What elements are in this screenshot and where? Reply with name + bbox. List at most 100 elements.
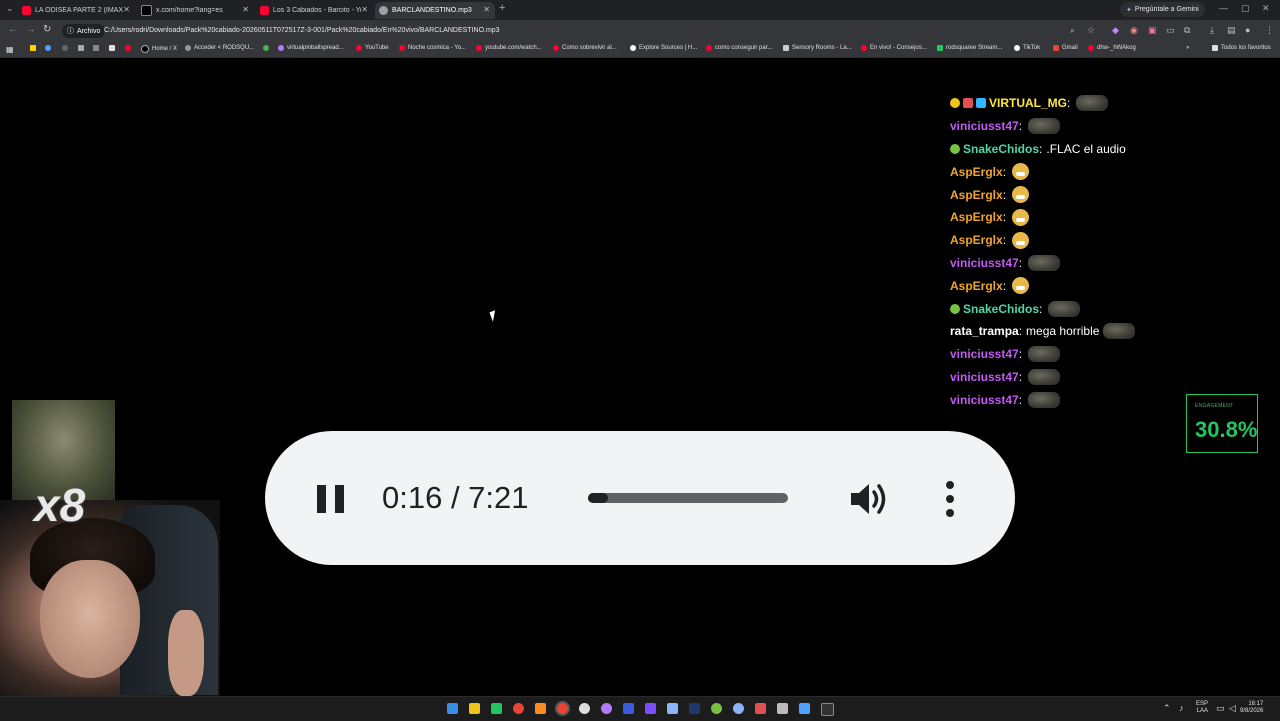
engagement-value: 30.8% (1195, 417, 1258, 442)
forward-icon[interactable]: → (26, 24, 36, 35)
more-bookmarks-icon[interactable]: » (1186, 45, 1189, 51)
bookmark-icon[interactable] (125, 45, 134, 51)
close-tab-icon[interactable]: ✕ (361, 5, 368, 14)
reload-icon[interactable]: ↻ (43, 24, 51, 35)
tab-label: Los 3 Cabiados - Barcito - YouT (273, 7, 361, 14)
bookmark-rodsqu[interactable]: Acceder < RODSQU... (185, 45, 254, 51)
bookmark-rodsquaree[interactable]: rodsquaree Stream... (937, 45, 1002, 51)
file-chip[interactable]: ⓘ Archivo (62, 24, 106, 38)
chat-username: rata_trampa (950, 324, 1019, 339)
bookmark-watch[interactable]: youtube.com/watch... (476, 45, 542, 51)
bookmark-conseguir[interactable]: como conseguir par... (706, 45, 772, 51)
close-tab-icon[interactable]: ✕ (242, 5, 249, 14)
more-options-button[interactable] (945, 481, 955, 517)
app-icon[interactable] (623, 703, 634, 714)
bookmark-icon[interactable] (78, 45, 87, 51)
tab-barclandestino[interactable]: BARCLANDESTINO.mp3 ✕ (375, 2, 495, 19)
seek-bar[interactable] (588, 493, 788, 503)
bookmark-gmail[interactable]: Gmail (1053, 45, 1078, 51)
chevron-up-icon[interactable]: ⌃ (1163, 703, 1171, 714)
extension-icon[interactable]: ◆ (1112, 25, 1119, 36)
file-explorer-icon[interactable] (469, 703, 480, 714)
dot-icon (946, 509, 954, 517)
chat-message: AspErglx: (950, 229, 1180, 252)
volume-icon[interactable] (849, 480, 891, 518)
extensions-puzzle-icon[interactable]: ⧉ (1184, 25, 1190, 36)
avatar[interactable]: ● (1245, 25, 1250, 35)
app-icon[interactable] (579, 703, 590, 714)
maximize-icon[interactable]: ▢ (1241, 3, 1250, 14)
app-icon[interactable] (535, 703, 546, 714)
network-icon[interactable]: ▭ (1216, 703, 1225, 714)
app-icon[interactable] (667, 703, 678, 714)
app-icon[interactable] (491, 703, 502, 714)
photoshop-icon[interactable] (689, 703, 700, 714)
tab-cabiados[interactable]: Los 3 Cabiados - Barcito - YouT ✕ (256, 2, 373, 19)
bookmark-icon[interactable] (30, 45, 39, 51)
tab-x[interactable]: x.com/home?lang=es ✕ (137, 2, 254, 19)
grimace-emoji-icon (1012, 208, 1030, 226)
apps-icon[interactable]: ▦ (6, 45, 14, 54)
bookmark-star-icon[interactable]: ☆ (1087, 25, 1095, 36)
download-icon[interactable]: ⤓ (1210, 25, 1214, 36)
extension-icon[interactable]: ▣ (1148, 25, 1157, 36)
app-icon[interactable] (601, 703, 612, 714)
language-indicator[interactable]: ESP LAA (1196, 701, 1208, 715)
bookmark-icon[interactable] (45, 45, 54, 51)
bookmark-dhw[interactable]: dhw-_hWAkog (1088, 45, 1136, 51)
tab-strip: ⌄ LA ODISEA PARTE 2 (IMAX) - Yo ✕ x.com/… (0, 0, 1280, 20)
bookmark-noche[interactable]: Noche cosmica - Yo... (399, 45, 466, 51)
chat-overlay: VIRTUAL_MG: viniciusst47: SnakeChidos: .… (950, 92, 1180, 411)
address-bar[interactable]: C:/Users/rodri/Downloads/Pack%20cabiado-… (104, 27, 500, 34)
chat-text: mega horrible (1026, 324, 1100, 339)
close-tab-icon[interactable]: ✕ (483, 5, 490, 14)
minimize-icon[interactable]: — (1219, 3, 1228, 13)
clock[interactable]: 16:17 9/8/2026 (1240, 701, 1263, 715)
bookmark-sensory[interactable]: Sensory Rooms - La... (783, 45, 852, 51)
speaker-icon[interactable]: ◁ (1229, 703, 1236, 714)
app-icon[interactable] (799, 703, 810, 714)
mic-icon[interactable]: ♪ (1179, 703, 1184, 713)
app-icon[interactable] (755, 703, 766, 714)
app-icon[interactable] (711, 703, 722, 714)
time-display: 0:16 / 7:21 (382, 480, 529, 515)
chat-message: viniciusst47: (950, 388, 1180, 411)
gemini-button[interactable]: ✦ Pregúntale a Gemini (1120, 2, 1205, 17)
streamer-hand (168, 610, 204, 696)
bookmark-icon[interactable] (109, 45, 118, 51)
bookmark-icon[interactable] (93, 45, 102, 51)
bookmark-virtualpinball[interactable]: virtualpinballspread... (278, 45, 344, 51)
zoom-icon[interactable]: ⌕ (1070, 25, 1075, 36)
info-icon: ⓘ (67, 28, 74, 35)
chrome-icon[interactable] (513, 703, 524, 714)
chat-username: SnakeChidos (963, 141, 1040, 156)
menu-icon[interactable]: ⋮ (1265, 25, 1274, 36)
app-icon[interactable] (777, 703, 788, 714)
tab-odisea[interactable]: LA ODISEA PARTE 2 (IMAX) - Yo ✕ (18, 2, 135, 19)
bookmark-icon[interactable] (62, 45, 71, 51)
extension-icon[interactable]: ▭ (1166, 25, 1175, 36)
tab-search-icon[interactable]: ⌄ (6, 3, 14, 14)
close-window-icon[interactable]: ✕ (1262, 3, 1270, 14)
close-tab-icon[interactable]: ✕ (123, 5, 130, 14)
bookmark-youtube[interactable]: YouTube (356, 45, 389, 51)
pause-button[interactable] (317, 485, 344, 513)
app-icon[interactable] (821, 703, 834, 716)
app-icon[interactable] (733, 703, 744, 714)
bookmark-envivo[interactable]: En vivo! - Consejos... (861, 45, 927, 51)
bookmark-explore[interactable]: Explore Sources | H... (630, 45, 697, 51)
app-icon[interactable] (645, 703, 656, 714)
new-tab-icon[interactable]: + (499, 2, 505, 14)
profile-icon[interactable]: ▤ (1227, 25, 1236, 36)
chrome-active-icon[interactable] (557, 703, 568, 714)
bookmark-home-x[interactable]: Home / X (141, 45, 177, 53)
bookmark-vpinball[interactable] (263, 45, 272, 51)
chat-username: viniciusst47 (950, 392, 1019, 407)
bookmark-sobrevivir[interactable]: Como sobrevivir al... (553, 45, 617, 51)
start-windows-icon[interactable] (447, 703, 458, 714)
bookmark-tiktok[interactable]: TikTok (1014, 45, 1040, 51)
all-bookmarks[interactable]: Todos los favoritos (1212, 45, 1271, 51)
back-icon[interactable]: ← (8, 24, 18, 35)
chat-message: VIRTUAL_MG: (950, 92, 1180, 115)
extension-icon[interactable]: ◉ (1130, 25, 1138, 36)
